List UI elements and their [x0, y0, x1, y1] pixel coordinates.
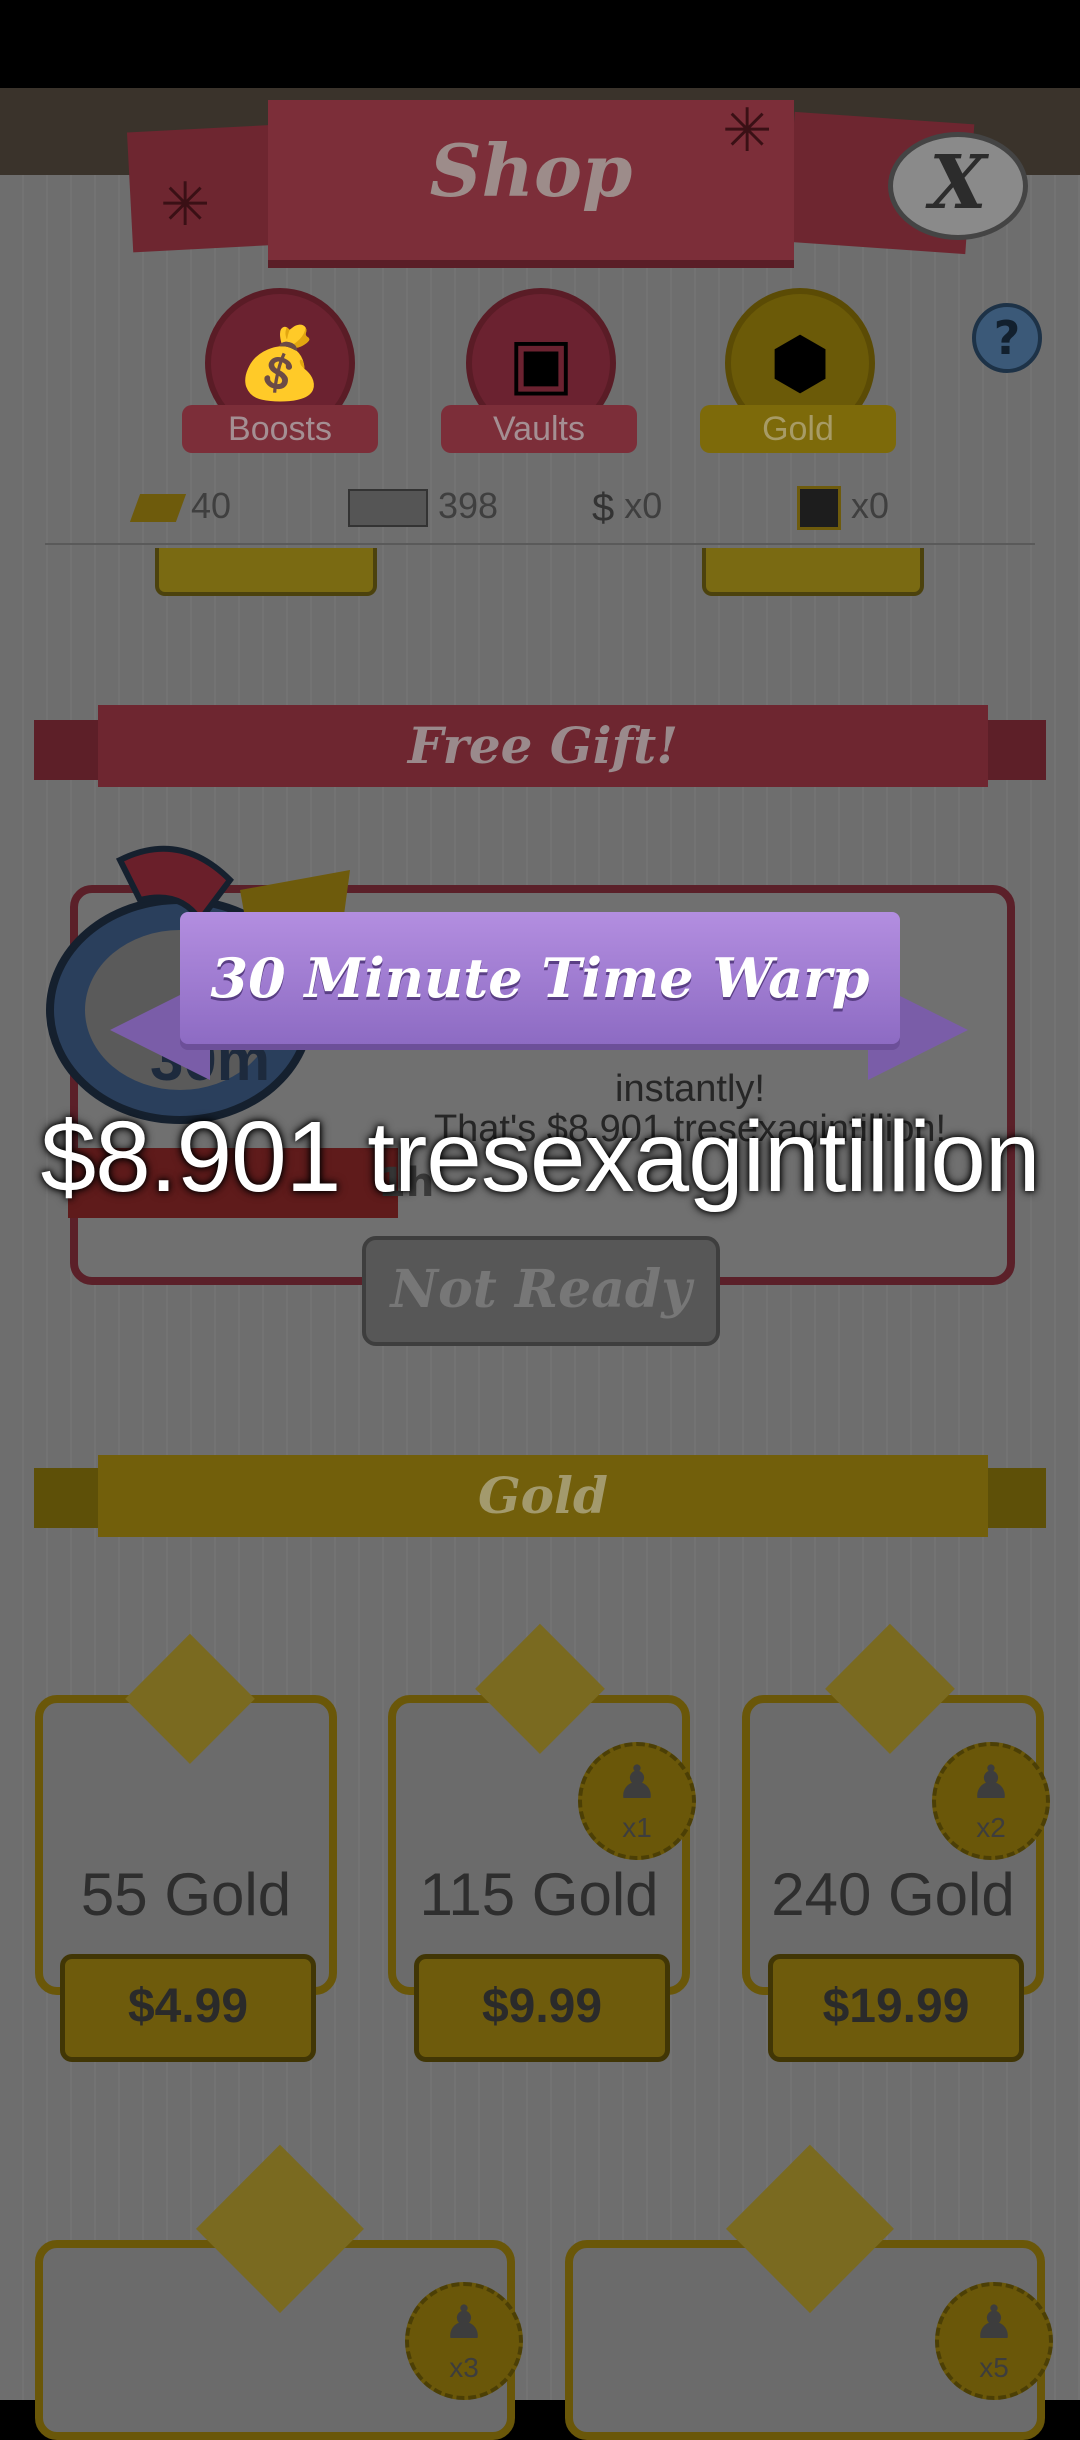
manager-badge-count: x2: [976, 1812, 1006, 1843]
manager-badge: ♟ x3: [405, 2282, 523, 2400]
sparkle-icon: ✳: [160, 170, 211, 240]
currency-money-bag: $ x0: [592, 478, 662, 534]
manager-icon: ♟: [973, 2296, 1015, 2348]
tab-vaults-label[interactable]: Vaults: [441, 405, 637, 453]
manager-icon: ♟: [616, 1756, 658, 1808]
time-warp-amount: $8.901 tresexagintillion: [40, 1101, 1041, 1213]
gold-pack-name: 240 Gold: [771, 1861, 1015, 1928]
manager-icon: ♟: [970, 1756, 1012, 1808]
currency-mystery-card: x0: [797, 478, 889, 534]
money-bag-icon: $: [592, 486, 615, 531]
partial-price-button[interactable]: [155, 548, 377, 596]
time-warp-title: 30 Minute Time Warp: [210, 946, 870, 1010]
buy-gold-pack-button[interactable]: $19.99: [768, 1954, 1024, 2062]
buy-gold-pack-button[interactable]: $9.99: [414, 1954, 670, 2062]
currency-gold: 40: [129, 478, 232, 534]
mystery-card-icon: [797, 486, 841, 531]
tab-gold-label[interactable]: Gold: [700, 405, 896, 453]
manager-icon: ♟: [443, 2296, 485, 2348]
not-ready-button[interactable]: Not Ready: [362, 1236, 720, 1346]
megabucks-icon: [348, 489, 428, 528]
manager-badge: ♟ x2: [932, 1742, 1050, 1860]
gold-wheelbarrow-icon: ◆: [195, 2082, 365, 2338]
gold-pack-name: 115 Gold: [419, 1861, 659, 1928]
close-button[interactable]: X: [888, 132, 1028, 240]
manager-badge-count: x1: [622, 1812, 652, 1843]
status-bar: [0, 0, 1080, 88]
currency-money-bag-value: x0: [624, 485, 663, 526]
gold-bucket-icon: ◆: [474, 1576, 606, 1774]
section-title-free-gift: Free Gift!: [98, 705, 988, 787]
manager-badge-count: x3: [449, 2352, 479, 2383]
currency-mystery-card-value: x0: [851, 485, 890, 526]
page-title: Shop: [429, 128, 633, 213]
gold-pile-icon: ◆: [124, 1586, 256, 1784]
manager-badge: ♟ x1: [578, 1742, 696, 1860]
buy-gold-pack-button[interactable]: $4.99: [60, 1954, 316, 2062]
currency-megabucks: 398: [348, 478, 498, 534]
partial-price-button[interactable]: [702, 548, 924, 596]
gold-safe-icon: ◆: [824, 1576, 956, 1774]
tab-boosts-label[interactable]: Boosts: [182, 405, 378, 453]
currency-megabucks-value: 398: [438, 485, 499, 526]
currency-gold-value: 40: [191, 485, 232, 526]
manager-badge: ♟ x5: [935, 2282, 1053, 2400]
help-button[interactable]: ?: [972, 303, 1042, 373]
gold-pack-name: 55 Gold: [80, 1861, 292, 1928]
manager-badge-count: x5: [979, 2352, 1009, 2383]
divider: [45, 543, 1035, 545]
gold-icon: [129, 494, 187, 523]
gold-chest-icon: ◆: [725, 2082, 895, 2338]
section-title-gold: Gold: [98, 1455, 988, 1537]
